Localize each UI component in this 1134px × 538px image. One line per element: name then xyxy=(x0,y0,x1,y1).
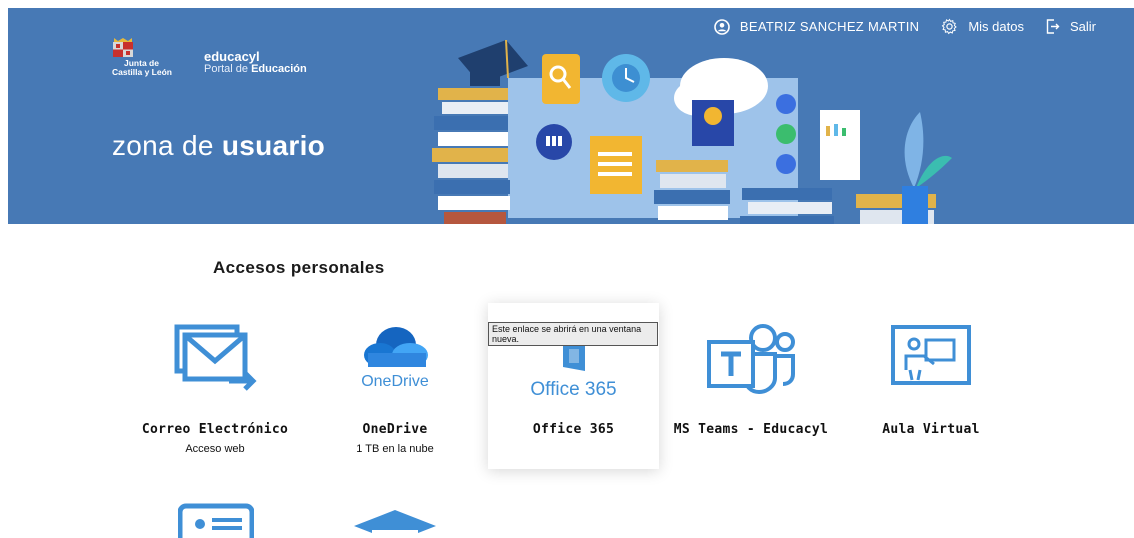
tile-onedrive[interactable]: OneDrive OneDrive 1 TB en la nube xyxy=(310,300,480,468)
mail-icon xyxy=(130,312,300,402)
new-window-tooltip: Este enlace se abrirá en una ventana nue… xyxy=(488,322,658,346)
tile-teams[interactable]: MS Teams - Educacyl xyxy=(666,300,836,468)
mis-datos-label: Mis datos xyxy=(968,19,1024,34)
left-books-icon xyxy=(432,88,510,224)
logout-icon xyxy=(1046,19,1060,34)
people-icon xyxy=(536,124,572,160)
phone-icon xyxy=(776,154,796,174)
portal-bold: Educación xyxy=(251,63,307,75)
tile-title: OneDrive xyxy=(362,422,428,437)
page-title: zona de usuario xyxy=(112,130,325,162)
chat-bubble-icon xyxy=(590,136,642,194)
id-card-icon xyxy=(177,503,255,538)
onedrive-logo-text: OneDrive xyxy=(361,373,429,390)
site-logo[interactable]: Junta de Castilla y León educacyl Portal… xyxy=(112,38,307,77)
section-title: Accesos personales xyxy=(213,258,385,277)
logout-link[interactable]: Salir xyxy=(1046,19,1096,34)
tile-title: Aula Virtual xyxy=(882,422,980,437)
portal-subtitle: Portal de Educación xyxy=(204,63,307,76)
key-icon xyxy=(542,54,580,104)
tile-title: MS Teams - Educacyl xyxy=(673,422,829,437)
gear-clock-icon xyxy=(602,54,650,102)
graduation-icon xyxy=(354,510,436,538)
educacyl-logo: educacyl Portal de Educación xyxy=(204,50,307,76)
tile-correo[interactable]: Correo Electrónico Acceso web xyxy=(130,300,300,468)
page-header: Junta de Castilla y León educacyl Portal… xyxy=(8,8,1134,224)
virtual-classroom-icon xyxy=(846,312,1016,402)
office-logo-text: Office 365 xyxy=(530,379,617,400)
education-illustration xyxy=(432,39,952,224)
mic-icon xyxy=(776,94,796,114)
teams-icon xyxy=(666,312,836,402)
plant-icon xyxy=(902,112,952,224)
office-icon: Office 365 xyxy=(488,341,659,401)
jcyl-line2: Castilla y León xyxy=(112,67,172,77)
video-icon xyxy=(776,124,796,144)
title-regular: zona de xyxy=(112,130,222,161)
jcyl-logo: Junta de Castilla y León xyxy=(112,38,184,77)
flipchart-icon xyxy=(820,110,860,180)
tile-row2-graduation[interactable] xyxy=(352,508,438,538)
onedrive-icon: OneDrive xyxy=(310,312,480,402)
tile-title: Office 365 xyxy=(532,422,615,437)
brand-name: educacyl xyxy=(204,49,260,64)
coat-of-arms-icon xyxy=(113,38,133,57)
portal-prefix: Portal de xyxy=(204,63,252,75)
tile-row2-id-card[interactable] xyxy=(177,500,255,538)
tile-subtitle: 1 TB en la nube xyxy=(356,443,434,455)
middle-books-icon xyxy=(654,160,730,220)
salir-label: Salir xyxy=(1069,19,1096,34)
tile-subtitle: Acceso web xyxy=(185,443,245,455)
tile-aula-virtual[interactable]: Aula Virtual xyxy=(846,300,1016,468)
title-bold: usuario xyxy=(221,130,326,161)
tile-title: Correo Electrónico xyxy=(141,422,289,437)
